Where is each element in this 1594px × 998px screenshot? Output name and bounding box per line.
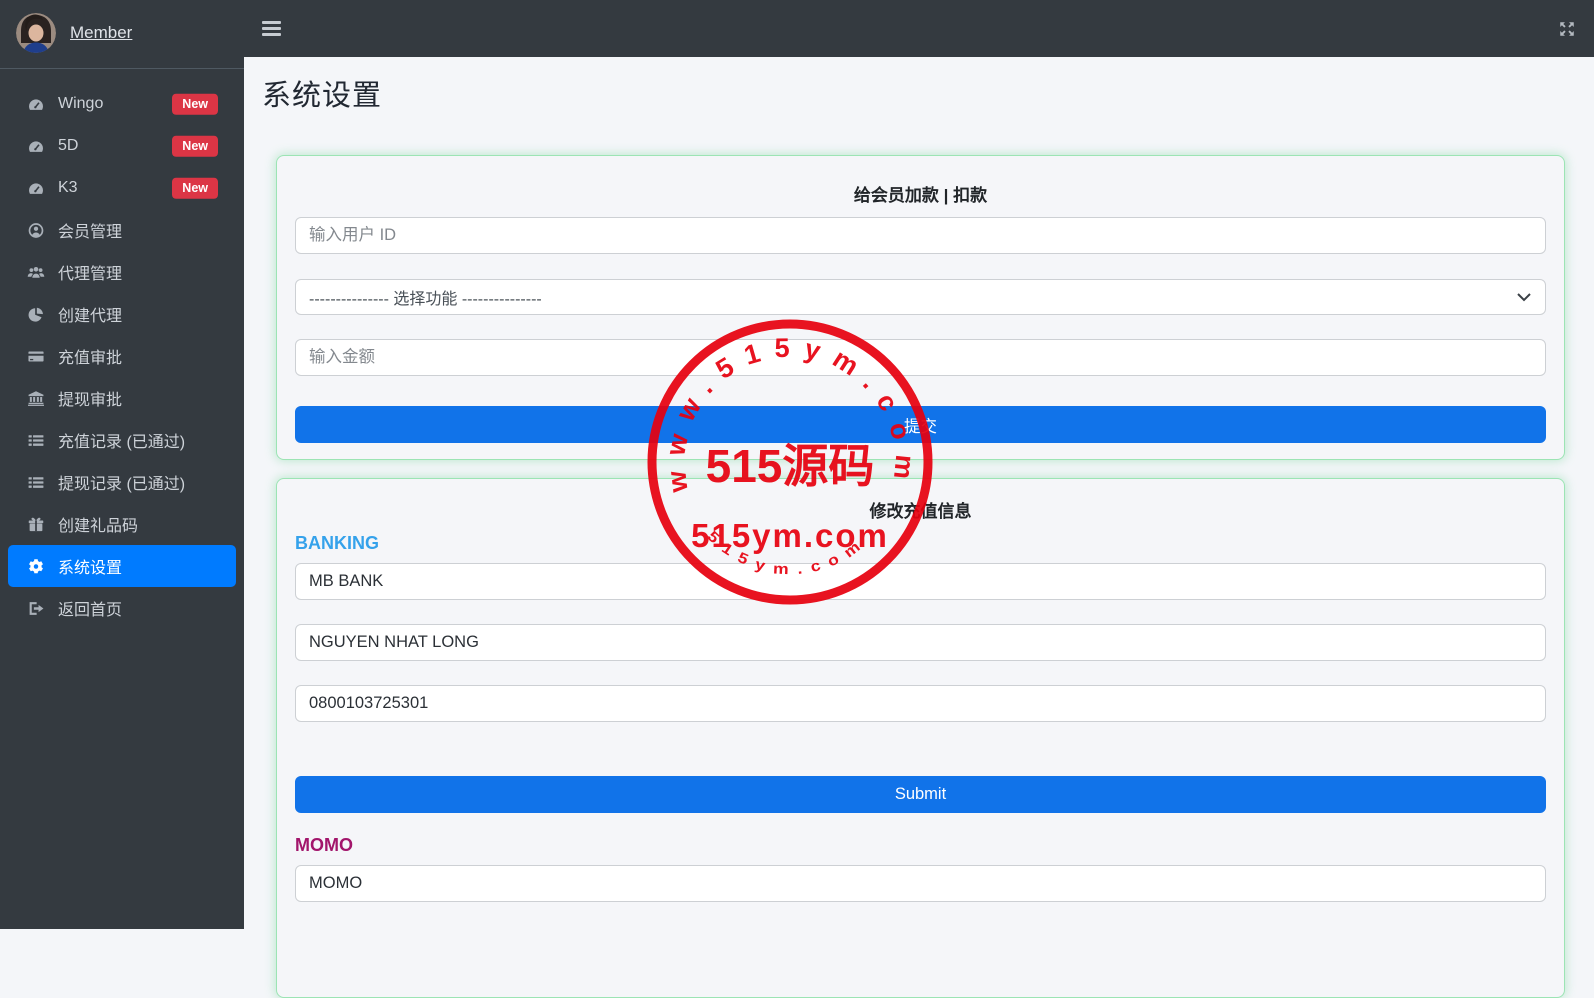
recharge-info-card: 修改充值信息 BANKING Submit MOMO <box>276 478 1565 998</box>
sidebar-item-agent-management[interactable]: 代理管理 <box>0 251 244 293</box>
sidebar-nav: Wingo New 5D New K3 New 会员管理 <box>0 69 244 629</box>
sidebar-item-label: 充值记录 (已通过) <box>58 428 185 452</box>
function-select-value: --------------- 选择功能 --------------- <box>309 285 542 309</box>
momo-section-label: MOMO <box>295 835 1546 856</box>
users-icon <box>26 264 45 281</box>
recharge-submit-button[interactable]: Submit <box>295 776 1546 813</box>
topbar <box>244 0 1594 57</box>
adjust-submit-button[interactable]: 提交 <box>295 406 1546 443</box>
sidebar-item-withdraw-approval[interactable]: 提现审批 <box>0 377 244 419</box>
sidebar-item-label: 代理管理 <box>58 260 122 284</box>
sidebar-item-withdraw-records[interactable]: 提现记录 (已通过) <box>0 461 244 503</box>
account-name-input[interactable] <box>295 624 1546 661</box>
sidebar-item-label: Wingo <box>58 95 103 113</box>
list-icon <box>26 432 45 449</box>
sidebar-item-5d[interactable]: 5D New <box>0 125 244 167</box>
bank-icon <box>26 390 45 407</box>
account-number-input[interactable] <box>295 685 1546 722</box>
sidebar-item-system-settings[interactable]: 系统设置 <box>8 545 236 587</box>
sign-out-icon <box>26 600 45 617</box>
sidebar-item-label: 系统设置 <box>58 554 122 578</box>
sidebar-item-wingo[interactable]: Wingo New <box>0 83 244 125</box>
sidebar-item-label: 提现记录 (已通过) <box>58 470 185 494</box>
new-badge: New <box>172 178 218 199</box>
gift-icon <box>26 516 45 533</box>
new-badge: New <box>172 94 218 115</box>
gear-icon <box>26 558 45 575</box>
adjust-balance-card-title: 给会员加款 | 扣款 <box>295 181 1546 206</box>
user-id-input[interactable] <box>295 217 1546 254</box>
sidebar-item-create-agent[interactable]: 创建代理 <box>0 293 244 335</box>
sidebar-item-back-home[interactable]: 返回首页 <box>0 587 244 629</box>
sidebar-item-label: 创建礼品码 <box>58 512 138 536</box>
user-panel: Member <box>0 0 244 69</box>
credit-card-icon <box>26 348 45 365</box>
gauge-icon <box>26 96 45 113</box>
momo-input[interactable] <box>295 865 1546 902</box>
sidebar-item-label: 创建代理 <box>58 302 122 326</box>
sidebar: Member Wingo New 5D New K3 New <box>0 0 244 929</box>
sidebar-item-label: 会员管理 <box>58 218 122 242</box>
sidebar-item-label: 5D <box>58 137 78 155</box>
banking-section-label: BANKING <box>295 533 1546 554</box>
recharge-info-card-title: 修改充值信息 <box>295 497 1546 522</box>
sidebar-item-recharge-approval[interactable]: 充值审批 <box>0 335 244 377</box>
sidebar-item-k3[interactable]: K3 New <box>0 167 244 209</box>
gauge-icon <box>26 138 45 155</box>
avatar-image <box>16 13 56 53</box>
sidebar-item-member-management[interactable]: 会员管理 <box>0 209 244 251</box>
page-title: 系统设置 <box>262 72 382 114</box>
list-icon <box>26 474 45 491</box>
user-icon <box>26 222 45 239</box>
chevron-down-icon <box>1517 293 1531 302</box>
amount-input[interactable] <box>295 339 1546 376</box>
avatar[interactable] <box>16 13 56 53</box>
sidebar-item-create-gift-code[interactable]: 创建礼品码 <box>0 503 244 545</box>
bank-name-input[interactable] <box>295 563 1546 600</box>
sidebar-item-recharge-records[interactable]: 充值记录 (已通过) <box>0 419 244 461</box>
sidebar-item-label: 提现审批 <box>58 386 122 410</box>
adjust-balance-card: 给会员加款 | 扣款 --------------- 选择功能 --------… <box>276 155 1565 460</box>
sidebar-item-label: 返回首页 <box>58 596 122 620</box>
hamburger-icon[interactable] <box>262 21 281 36</box>
user-name-link[interactable]: Member <box>70 23 132 43</box>
sidebar-item-label: 充值审批 <box>58 344 122 368</box>
sidebar-item-label: K3 <box>58 179 78 197</box>
pie-chart-icon <box>26 306 45 323</box>
function-select[interactable]: --------------- 选择功能 --------------- <box>295 279 1546 315</box>
new-badge: New <box>172 136 218 157</box>
main-content: 系统设置 给会员加款 | 扣款 --------------- 选择功能 ---… <box>244 57 1594 929</box>
expand-arrows-icon[interactable] <box>1558 20 1576 38</box>
gauge-icon <box>26 180 45 197</box>
